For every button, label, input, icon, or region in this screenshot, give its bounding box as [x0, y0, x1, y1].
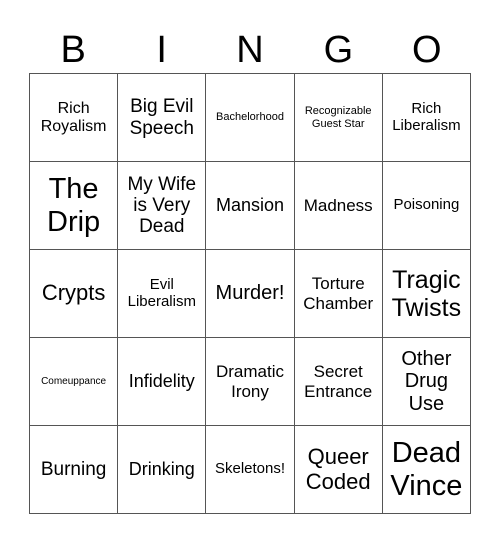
bingo-cell[interactable]: Other Drug Use: [382, 338, 471, 426]
header-letter-g: G: [323, 29, 354, 71]
bingo-board: Rich Royalism Big Evil Speech Bachelorho…: [29, 73, 471, 514]
bingo-cell[interactable]: Drinking: [118, 426, 207, 514]
bingo-cell[interactable]: Rich Liberalism: [382, 74, 471, 162]
header-letter-n: N: [236, 29, 264, 71]
bingo-cell[interactable]: Murder!: [206, 250, 295, 338]
bingo-cell[interactable]: Mansion: [206, 162, 295, 250]
bingo-header: B I N G O: [29, 28, 471, 73]
bingo-cell[interactable]: Crypts: [30, 250, 119, 338]
bingo-cell[interactable]: Burning: [30, 426, 119, 514]
bingo-cell[interactable]: Infidelity: [118, 338, 207, 426]
bingo-cell[interactable]: Dead Vince: [382, 426, 471, 514]
bingo-cell[interactable]: The Drip: [30, 162, 119, 250]
bingo-cell[interactable]: Recognizable Guest Star: [294, 74, 383, 162]
bingo-cell[interactable]: Poisoning: [382, 162, 471, 250]
bingo-cell[interactable]: Tragic Twists: [382, 250, 471, 338]
bingo-cell[interactable]: Skeletons!: [206, 426, 295, 514]
bingo-cell[interactable]: Dramatic Irony: [206, 338, 295, 426]
bingo-cell[interactable]: Rich Royalism: [30, 74, 119, 162]
bingo-cell[interactable]: Torture Chamber: [294, 250, 383, 338]
header-letter-o: O: [412, 29, 442, 71]
bingo-cell[interactable]: My Wife is Very Dead: [118, 162, 207, 250]
bingo-cell[interactable]: Bachelorhood: [206, 74, 295, 162]
header-letter-i: I: [156, 29, 167, 71]
header-letter-b: B: [60, 29, 86, 71]
bingo-cell[interactable]: Madness: [294, 162, 383, 250]
bingo-cell[interactable]: Queer Coded: [294, 426, 383, 514]
bingo-cell[interactable]: Comeuppance: [30, 338, 119, 426]
bingo-cell[interactable]: Evil Liberalism: [118, 250, 207, 338]
bingo-cell[interactable]: Big Evil Speech: [118, 74, 207, 162]
bingo-cell[interactable]: Secret Entrance: [294, 338, 383, 426]
